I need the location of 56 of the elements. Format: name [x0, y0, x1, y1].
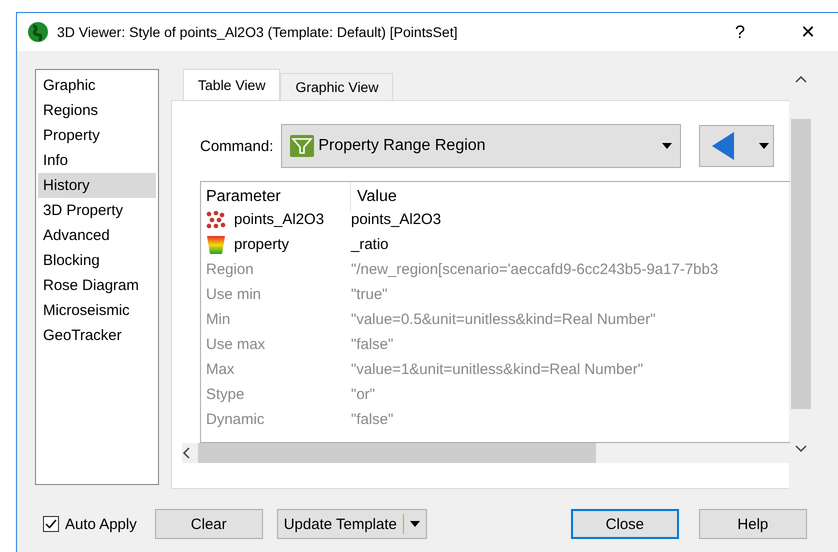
category-item[interactable]: Microseismic	[38, 298, 156, 323]
parameter-cell: property	[206, 234, 351, 254]
tab[interactable]: Graphic View	[280, 73, 394, 100]
parameter-cell-text: Max	[206, 361, 236, 378]
globe-icon	[27, 21, 49, 43]
scroll-left-icon[interactable]	[182, 447, 190, 459]
category-item[interactable]: Regions	[38, 98, 156, 123]
value-cell-text: "true"	[351, 286, 388, 303]
category-item[interactable]: Graphic	[38, 73, 156, 98]
command-label: Command:	[200, 138, 274, 154]
dots-icon	[206, 210, 226, 228]
dialog-button[interactable]: Clear	[154, 509, 263, 539]
value-cell-text: "false"	[351, 336, 394, 353]
back-arrow-icon	[712, 132, 734, 160]
category-item[interactable]: GeoTracker	[38, 323, 156, 348]
scroll-up-icon[interactable]	[795, 75, 807, 83]
checkmark-icon	[45, 519, 57, 529]
parameter-cell-text: Region	[206, 261, 255, 278]
scroll-down-icon[interactable]	[795, 445, 807, 453]
window-title: 3D Viewer: Style of points_Al2O3 (Template: Default) [PointsSet]	[57, 24, 458, 40]
gradient-icon	[206, 234, 226, 254]
parameter-cell: points_Al2O3	[206, 210, 351, 228]
value-cell-text: "false"	[351, 411, 394, 428]
close-button[interactable]: ✕	[778, 13, 838, 51]
category-item[interactable]: Blocking	[38, 248, 156, 273]
parameter-cell-text: Use max	[206, 336, 266, 353]
funnel-icon	[290, 135, 314, 157]
parameter-cell-text: Dynamic	[206, 411, 266, 428]
horizontal-scrollbar[interactable]	[182, 443, 789, 463]
caret-icon	[662, 143, 672, 149]
value-cell-text: "value=1&unit=unitless&kind=Real Number"	[351, 361, 644, 378]
parameter-cell-text: Use min	[206, 286, 262, 303]
category-item[interactable]: Advanced	[38, 223, 156, 248]
command-dropdown[interactable]: Property Range Region	[281, 124, 682, 168]
category-item[interactable]: History	[38, 173, 156, 198]
tab[interactable]: Table View	[183, 69, 280, 100]
category-item[interactable]: 3D Property	[38, 198, 156, 223]
category-item[interactable]: Property	[38, 123, 156, 148]
dialog-button[interactable]: Close	[570, 509, 679, 539]
help-button[interactable]: ?	[710, 13, 770, 51]
parameter-cell-text: Min	[206, 311, 232, 328]
caret-icon	[759, 143, 770, 149]
value-cell-text: _ratio	[351, 236, 390, 253]
value-cell-text: "value=0.5&unit=unitless&kind=Real Number"	[351, 311, 657, 328]
back-split-button[interactable]	[699, 125, 774, 167]
value-cell-text: "/new_region[scenario='aeccafd9-6cc243b5-9a17-7bb3	[351, 261, 720, 278]
caret-icon	[410, 521, 420, 527]
column-header: Value	[356, 187, 398, 207]
value-cell-text: "or"	[351, 386, 376, 403]
category-item[interactable]: Rose Diagram	[38, 273, 156, 298]
parameter-cell-text: Stype	[206, 386, 246, 403]
auto-apply-checkbox[interactable]: Auto Apply	[43, 516, 137, 532]
value-cell-text: points_Al2O3	[351, 211, 442, 228]
split-button[interactable]: Update Template	[276, 509, 427, 539]
dialog-button[interactable]: Help	[698, 509, 807, 539]
category-item[interactable]: Info	[38, 148, 156, 173]
